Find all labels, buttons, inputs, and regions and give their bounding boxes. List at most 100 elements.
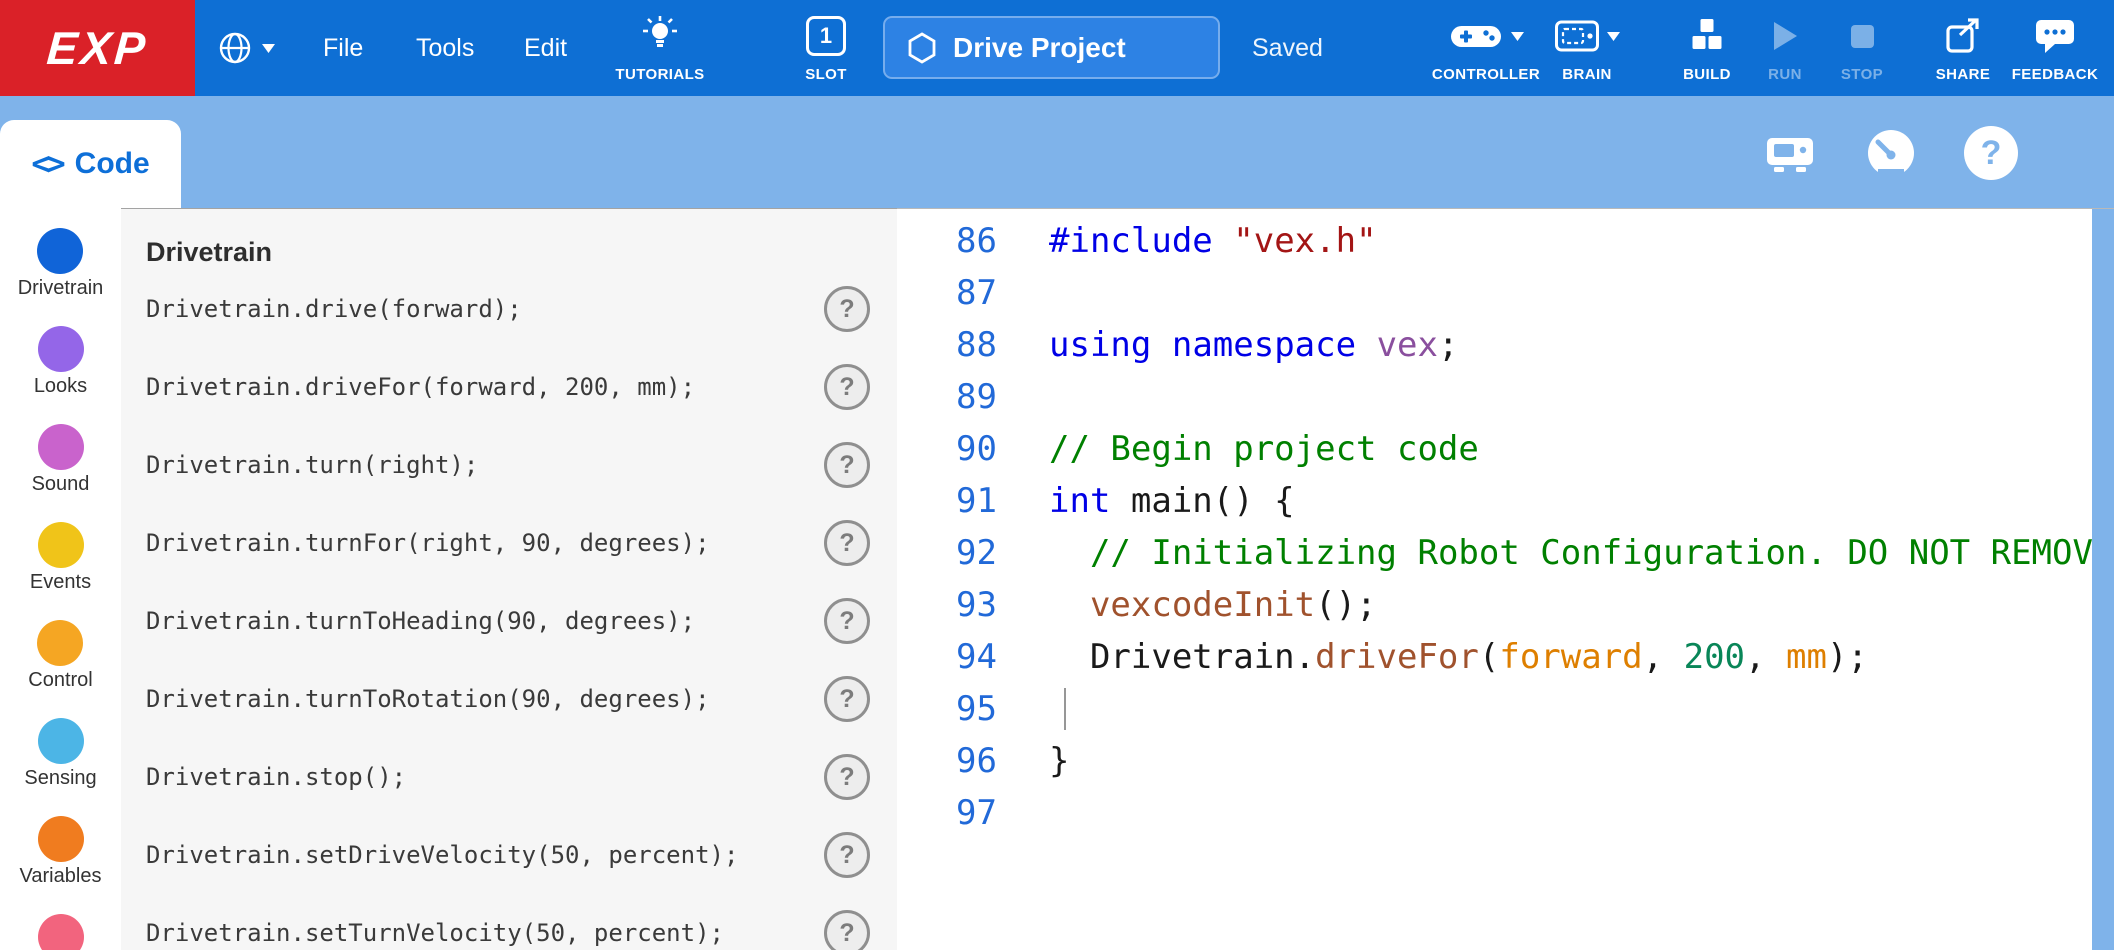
help-button[interactable]: ? [1963, 125, 2019, 181]
sidebar-category-looks[interactable]: Looks [34, 326, 87, 398]
command-text: Drivetrain.turnFor(right, 90, degrees); [146, 529, 710, 557]
category-color-dot [38, 914, 84, 950]
category-color-dot [38, 816, 84, 862]
category-color-dot [37, 228, 83, 274]
command-item[interactable]: Drivetrain.turn(right);? [146, 426, 897, 504]
command-text: Drivetrain.turn(right); [146, 451, 478, 479]
command-item[interactable]: Drivetrain.setDriveVelocity(50, percent)… [146, 816, 897, 894]
secondary-toolbar: <> Code ? [0, 96, 2114, 208]
code-text: using namespace vex; [1049, 325, 1458, 365]
build-button[interactable]: BUILD [1669, 13, 1745, 83]
command-text: Drivetrain.setDriveVelocity(50, percent)… [146, 841, 738, 869]
share-label: SHARE [1936, 66, 1991, 83]
category-list: Drivetrain Looks Sound Events Control Sensing… [0, 208, 121, 950]
sidebar-category-control[interactable]: Control [28, 620, 92, 692]
share-button[interactable]: SHARE [1928, 13, 1998, 83]
menu-file[interactable]: File [323, 0, 363, 96]
category-color-dot [37, 620, 83, 666]
feedback-chat-icon [2034, 17, 2076, 55]
slot-icon: 1 [806, 16, 846, 56]
chevron-down-icon [1510, 31, 1525, 42]
line-number: 86 [897, 221, 997, 261]
code-lines: 86#include "vex.h"8788using namespace ve… [897, 215, 2114, 839]
line-number: 90 [897, 429, 997, 469]
tab-label: Code [75, 147, 150, 181]
lightbulb-icon [639, 14, 681, 58]
feedback-button[interactable]: FEEDBACK [2000, 13, 2110, 83]
command-item[interactable]: Drivetrain.driveFor(forward, 200, mm);? [146, 348, 897, 426]
command-help-button[interactable]: ? [824, 676, 870, 722]
indent-guide [1064, 688, 1066, 730]
globe-icon [216, 29, 254, 67]
share-icon [1944, 17, 1982, 55]
slot-number: 1 [820, 23, 832, 49]
command-help-button[interactable]: ? [824, 598, 870, 644]
run-button[interactable]: RUN [1750, 13, 1820, 83]
sidebar-category-sensing[interactable]: Sensing [24, 718, 96, 790]
device-info-button[interactable] [1762, 125, 1818, 181]
gauge-icon [1864, 126, 1918, 180]
dashboard-button[interactable] [1863, 125, 1919, 181]
command-help-button[interactable]: ? [824, 364, 870, 410]
sidebar-category-8[interactable] [38, 914, 84, 950]
code-text: Drivetrain.driveFor(forward, 200, mm); [1049, 637, 1868, 677]
code-line: 91int main() { [897, 475, 2114, 527]
stop-icon [1849, 23, 1876, 50]
code-line: 88 using namespace vex; [897, 319, 2114, 371]
sidebar-category-sound[interactable]: Sound [32, 424, 90, 496]
main-content: Drivetrain Looks Sound Events Control Sensing… [0, 208, 2114, 950]
command-item[interactable]: Drivetrain.setTurnVelocity(50, percent);… [146, 894, 897, 950]
language-menu-button[interactable] [216, 0, 276, 96]
line-number: 91 [897, 481, 997, 521]
palette-header: Drivetrain [146, 234, 897, 270]
category-color-dot [38, 718, 84, 764]
sidebar-category-variables[interactable]: Variables [20, 816, 102, 888]
code-editor[interactable]: 86#include "vex.h"8788using namespace ve… [897, 208, 2114, 950]
command-help-button[interactable]: ? [824, 910, 870, 950]
save-status: Saved [1252, 0, 1323, 96]
command-help-button[interactable]: ? [824, 286, 870, 332]
command-help-button[interactable]: ? [824, 754, 870, 800]
command-list: Drivetrain.drive(forward);?Drivetrain.dr… [146, 270, 897, 950]
sidebar-category-events[interactable]: Events [30, 522, 91, 594]
tutorials-button[interactable]: TUTORIALS [600, 13, 720, 83]
line-number: 95 [897, 689, 997, 729]
category-label: Control [28, 669, 92, 692]
stop-button[interactable]: STOP [1827, 13, 1897, 83]
tab-code[interactable]: <> Code [0, 120, 181, 208]
code-line: 86#include "vex.h" [897, 215, 2114, 267]
category-label: Looks [34, 375, 87, 398]
command-item[interactable]: Drivetrain.turnFor(right, 90, degrees);? [146, 504, 897, 582]
command-help-button[interactable]: ? [824, 442, 870, 488]
command-help-button[interactable]: ? [824, 520, 870, 566]
command-item[interactable]: Drivetrain.turnToHeading(90, degrees);? [146, 582, 897, 660]
line-number: 88 [897, 325, 997, 365]
code-brackets-icon: <> [31, 146, 62, 182]
command-help-button[interactable]: ? [824, 832, 870, 878]
line-number: 92 [897, 533, 997, 573]
menu-tools[interactable]: Tools [416, 0, 474, 96]
code-text [1049, 688, 1066, 730]
code-line: 92 // Initializing Robot Configuration. … [897, 527, 2114, 579]
brain-button[interactable]: BRAIN [1539, 13, 1635, 83]
project-name-button[interactable]: Drive Project [883, 16, 1220, 79]
category-color-dot [38, 522, 84, 568]
category-label: Variables [20, 865, 102, 888]
code-line: 90// Begin project code [897, 423, 2114, 475]
slot-label: SLOT [805, 66, 847, 83]
command-item[interactable]: Drivetrain.stop();? [146, 738, 897, 816]
category-label: Sensing [24, 767, 96, 790]
play-icon [1771, 20, 1799, 52]
line-number: 96 [897, 741, 997, 781]
slot-button[interactable]: 1 SLOT [786, 13, 866, 83]
command-item[interactable]: Drivetrain.turnToRotation(90, degrees);? [146, 660, 897, 738]
scrollbar[interactable] [2092, 209, 2114, 950]
code-text: vexcodeInit(); [1049, 585, 1377, 625]
controller-button[interactable]: CONTROLLER [1413, 13, 1559, 83]
code-text: } [1049, 741, 1069, 781]
menu-edit[interactable]: Edit [524, 0, 567, 96]
vex-exp-logo: EXP [0, 0, 195, 96]
sidebar-category-drivetrain[interactable]: Drivetrain [18, 228, 104, 300]
brain-label: BRAIN [1562, 66, 1612, 83]
command-item[interactable]: Drivetrain.drive(forward);? [146, 270, 897, 348]
